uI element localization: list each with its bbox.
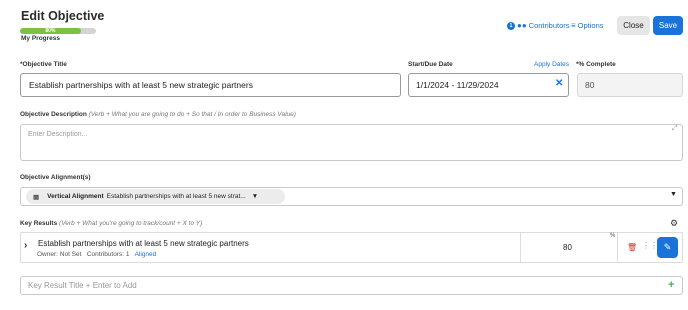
chip-caret-icon[interactable]: ▼	[252, 193, 258, 200]
users-icon: ●●	[517, 21, 527, 30]
add-key-result-input[interactable]: Key Result Title + Enter to Add	[20, 276, 683, 295]
edit-button[interactable]: ✎	[657, 237, 678, 258]
close-button[interactable]: Close	[617, 16, 650, 35]
date-range-input[interactable]: 1/1/2024 - 11/29/2024	[408, 73, 569, 97]
contributors-count-badge: 1	[507, 21, 515, 30]
expand-icon[interactable]: ⤢	[672, 125, 678, 133]
key-results-label-text: Key Results	[20, 220, 58, 227]
plus-icon[interactable]: +	[668, 279, 674, 291]
key-result-contributors: Contributors: 1	[86, 251, 130, 258]
contributors-label: Contributors	[528, 21, 570, 30]
close-icon[interactable]: ✕	[555, 78, 563, 89]
date-label: Start/Due Date	[408, 61, 453, 68]
drag-handle-icon[interactable]: ⋮⋮	[642, 241, 658, 250]
key-result-meta: Owner: Not Set Contributors: 1 Aligned	[37, 251, 156, 258]
chevron-right-icon[interactable]: ›	[24, 240, 27, 251]
progress-bar: 80%	[20, 28, 96, 34]
apply-dates-link[interactable]: Apply Dates	[534, 61, 569, 68]
alignment-chip-value: Establish partnerships with at least 5 n…	[106, 193, 246, 200]
page-title: Edit Objective	[21, 9, 105, 23]
key-result-percent-value[interactable]: 80	[563, 243, 572, 252]
alignment-chip-label: Vertical Alignment	[47, 193, 104, 200]
save-button[interactable]: Save	[653, 16, 683, 35]
description-label-text: Objective Description	[20, 111, 87, 118]
trash-icon[interactable]: 🗑	[627, 243, 637, 252]
hierarchy-icon: ▩	[33, 193, 40, 201]
options-link[interactable]: ≡ Options	[571, 21, 604, 30]
objective-title-input[interactable]: Establish partnerships with at least 5 n…	[20, 73, 401, 97]
alignment-label: Objective Alignment(s)	[20, 174, 91, 181]
percent-complete-input: 80	[577, 73, 683, 97]
percent-complete-label: *% Complete	[576, 61, 616, 68]
key-results-label: Key Results (Verb + What you're going to…	[20, 220, 202, 227]
percent-symbol: %	[610, 233, 616, 239]
description-label: Objective Description (Verb + What you a…	[20, 111, 296, 118]
chevron-down-icon[interactable]: ▼	[670, 191, 677, 198]
progress-caption: My Progress	[21, 35, 61, 42]
contributors-link[interactable]: 1 ●● Contributors	[507, 21, 570, 30]
pencil-icon: ✎	[663, 242, 672, 252]
objective-title-label: *Objective Title	[20, 61, 67, 68]
sliders-icon: ≡	[571, 21, 576, 30]
gear-icon[interactable]: ⚙	[670, 218, 678, 229]
key-result-title[interactable]: Establish partnerships with at least 5 n…	[38, 239, 249, 248]
description-hint: (Verb + What you are going to do + So th…	[88, 111, 296, 118]
key-results-hint: (Verb + What you're going to track/count…	[59, 220, 203, 227]
key-result-aligned-link[interactable]: Aligned	[135, 251, 157, 258]
description-textarea[interactable]: Enter Description...	[20, 124, 683, 161]
alignment-chip[interactable]: ▩ Vertical Alignment Establish partnersh…	[26, 189, 285, 204]
key-result-owner: Owner: Not Set	[37, 251, 82, 258]
progress-fill: 80%	[20, 28, 81, 34]
options-label: Options	[577, 21, 604, 30]
